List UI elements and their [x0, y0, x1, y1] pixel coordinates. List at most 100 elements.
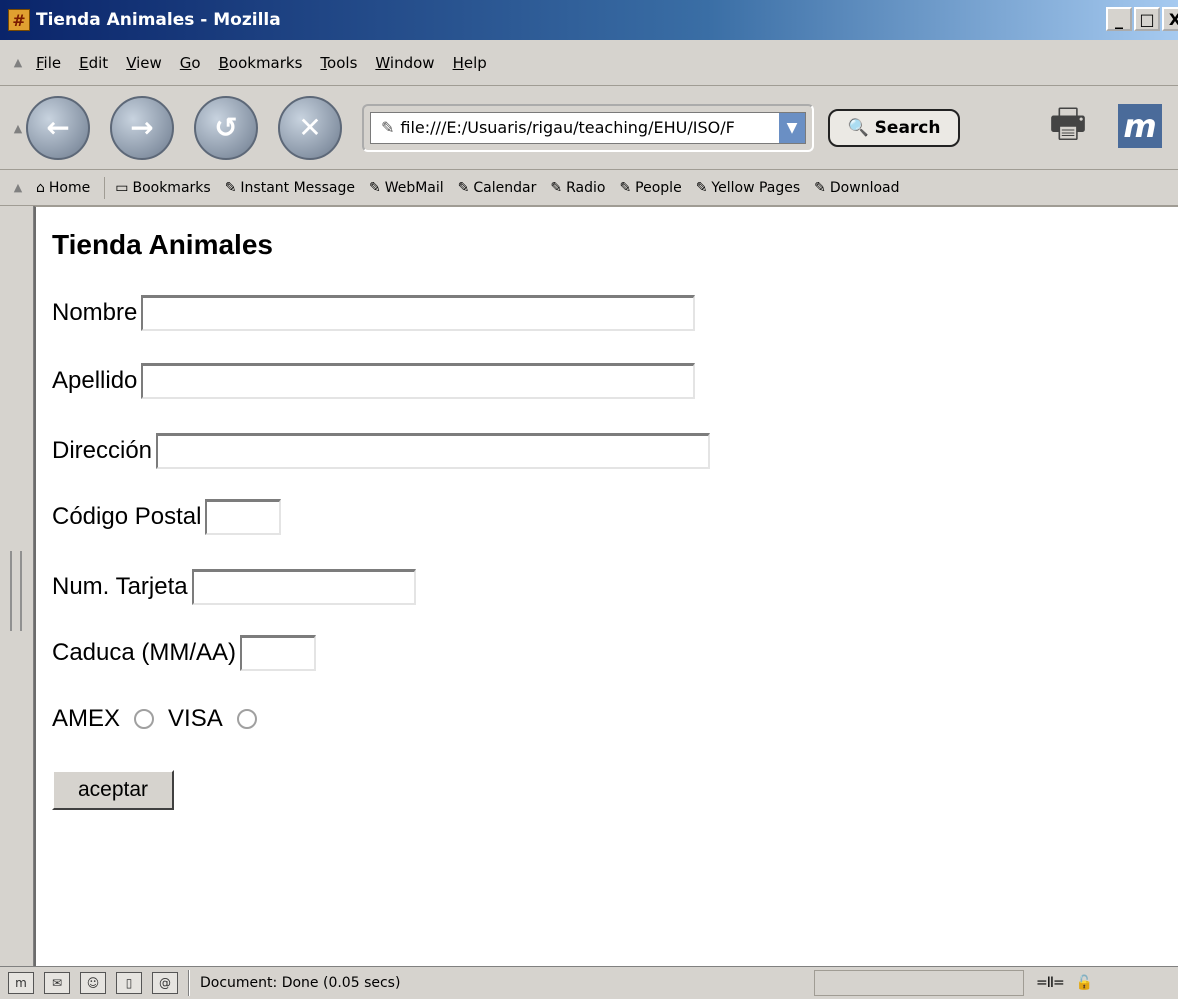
- menu-edit-mnemonic: E: [79, 53, 89, 72]
- menu-help-label: elp: [463, 53, 487, 72]
- splitter-grip-icon[interactable]: [10, 551, 22, 631]
- num-tarjeta-label: Num. Tarjeta: [52, 573, 188, 600]
- visa-label: VISA: [168, 705, 223, 732]
- bookmark-tag-icon: ✎: [368, 179, 381, 196]
- bookmark-calendar[interactable]: ✎ Calendar: [458, 180, 537, 196]
- apellido-field[interactable]: [141, 363, 696, 399]
- num-tarjeta-row: Num. Tarjeta: [52, 569, 416, 605]
- menu-view-mnemonic: V: [126, 53, 137, 72]
- component-bar: m ✉ ☺ ▯ @: [8, 972, 178, 994]
- navigator-icon[interactable]: m: [8, 972, 34, 994]
- url-dropdown-icon[interactable]: ▼: [779, 112, 805, 143]
- nombre-field[interactable]: [141, 295, 696, 331]
- stop-icon[interactable]: ✕: [278, 95, 342, 160]
- reload-icon[interactable]: ↺: [194, 95, 258, 160]
- magnifier-icon: 🔍: [847, 117, 869, 138]
- bookmark-label: People: [635, 179, 682, 196]
- bookmark-instant-message[interactable]: ✎ Instant Message: [225, 180, 355, 196]
- bookmark-download[interactable]: ✎ Download: [814, 180, 899, 196]
- status-separator: [188, 970, 190, 996]
- menu-help[interactable]: Help: [453, 54, 487, 72]
- home-link[interactable]: ⌂ Home: [36, 180, 90, 196]
- print-icon[interactable]: 🖶: [1038, 101, 1098, 156]
- online-status-icon[interactable]: =II=: [1036, 975, 1065, 991]
- toolbar-grip-icon[interactable]: ▲: [0, 170, 36, 205]
- bookmarks-folder-icon: ▭: [115, 179, 129, 196]
- url-input[interactable]: ✎ file:///E:/Usuaris/rigau/teaching/EHU/…: [370, 111, 806, 144]
- bookmark-radio[interactable]: ✎ Radio: [550, 180, 605, 196]
- search-label: Search: [874, 117, 941, 138]
- personal-toolbar: ▲ ⌂ Home ▭ Bookmarks ✎ Instant Message ✎ W…: [0, 170, 1178, 206]
- menu-bookmarks[interactable]: Bookmarks: [219, 54, 303, 72]
- status-bar: m ✉ ☺ ▯ @ Document: Done (0.05 secs) =II…: [0, 966, 1178, 999]
- search-button[interactable]: 🔍 Search: [828, 108, 960, 147]
- direccion-field[interactable]: [156, 433, 711, 469]
- aceptar-button[interactable]: aceptar: [52, 770, 174, 810]
- codigo-postal-label: Código Postal: [52, 503, 202, 530]
- minimize-button[interactable]: _: [1106, 7, 1132, 31]
- progress-panel: [814, 970, 1024, 996]
- security-lock-icon[interactable]: 🔓: [1076, 975, 1093, 991]
- bookmark-tag-icon: ✎: [619, 179, 632, 196]
- bookmark-tag-icon: ✎: [814, 179, 826, 196]
- mozilla-throbber-icon[interactable]: m: [1118, 104, 1162, 148]
- menu-window[interactable]: Window: [375, 54, 434, 72]
- direccion-row: Dirección: [52, 433, 711, 469]
- caduca-label: Caduca (MM/AA): [52, 639, 237, 666]
- menu-tools[interactable]: Tools: [320, 54, 357, 72]
- menu-go[interactable]: Go: [180, 54, 201, 72]
- menu-window-mnemonic: W: [375, 53, 390, 72]
- menu-edit-label: dit: [88, 53, 109, 72]
- bookmark-tag-icon: ✎: [695, 179, 708, 196]
- menu-file-mnemonic: F: [36, 53, 44, 72]
- window-controls: _ □ X: [1106, 7, 1178, 31]
- bookmark-yellow-pages[interactable]: ✎ Yellow Pages: [696, 180, 800, 196]
- toolbar-grip-icon[interactable]: ▲: [0, 86, 36, 170]
- page-title: Tienda Animales: [52, 229, 273, 260]
- bookmarks-link[interactable]: ▭ Bookmarks: [115, 180, 210, 196]
- menu-bar: ▲ File Edit View Go Bookmarks Tools Wind…: [0, 40, 1178, 86]
- toolbar-grip-icon[interactable]: ▲: [0, 40, 36, 85]
- apellido-label: Apellido: [52, 367, 138, 394]
- menu-bookmarks-mnemonic: B: [218, 53, 229, 72]
- close-button[interactable]: X: [1162, 7, 1178, 31]
- maximize-button[interactable]: □: [1134, 7, 1160, 31]
- address-book-icon[interactable]: @: [152, 972, 178, 994]
- window-title: Tienda Animales - Mozilla: [36, 10, 281, 30]
- visa-radio[interactable]: [236, 709, 257, 729]
- menu-go-label: o: [191, 53, 201, 72]
- amex-label: AMEX: [52, 705, 121, 732]
- card-type-row: AMEX VISA: [52, 705, 271, 733]
- menu-file[interactable]: File: [36, 54, 61, 72]
- apellido-row: Apellido: [52, 363, 696, 399]
- page-content: Tienda Animales Nombre Apellido Direcció…: [34, 206, 1178, 966]
- codigo-postal-field[interactable]: [205, 499, 282, 535]
- forward-arrow-icon[interactable]: →: [110, 95, 174, 160]
- menu-file-label: ile: [43, 53, 62, 72]
- num-tarjeta-field[interactable]: [191, 569, 416, 605]
- navigation-toolbar: ▲ ← → ↺ ✕ ✎ file:///E:/Usuaris/rigau/tea…: [0, 86, 1178, 170]
- home-icon: ⌂: [36, 179, 45, 196]
- caduca-field[interactable]: [240, 635, 317, 671]
- bookmark-tag-icon: ✎: [381, 118, 395, 137]
- url-bar: ✎ file:///E:/Usuaris/rigau/teaching/EHU/…: [362, 103, 814, 152]
- direccion-label: Dirección: [52, 437, 153, 464]
- bookmark-webmail[interactable]: ✎ WebMail: [369, 180, 444, 196]
- amex-radio[interactable]: [134, 709, 155, 729]
- mail-icon[interactable]: ✉: [44, 972, 70, 994]
- instant-message-icon[interactable]: ☺: [80, 972, 106, 994]
- bookmark-people[interactable]: ✎ People: [619, 180, 681, 196]
- composer-icon[interactable]: ▯: [116, 972, 142, 994]
- nav-buttons: ← → ↺ ✕: [26, 95, 342, 160]
- menu-edit[interactable]: Edit: [79, 54, 108, 72]
- menu-go-mnemonic: G: [179, 53, 192, 72]
- menu-view[interactable]: View: [126, 54, 162, 72]
- caduca-row: Caduca (MM/AA): [52, 635, 317, 671]
- status-text: Document: Done (0.05 secs): [200, 975, 401, 991]
- sidebar-splitter[interactable]: [0, 206, 34, 966]
- mozilla-app-icon: #: [8, 9, 30, 31]
- nombre-row: Nombre: [52, 295, 696, 331]
- url-text: file:///E:/Usuaris/rigau/teaching/EHU/IS…: [400, 118, 735, 137]
- toolbar-separator: [104, 176, 106, 199]
- home-label: Home: [48, 179, 91, 196]
